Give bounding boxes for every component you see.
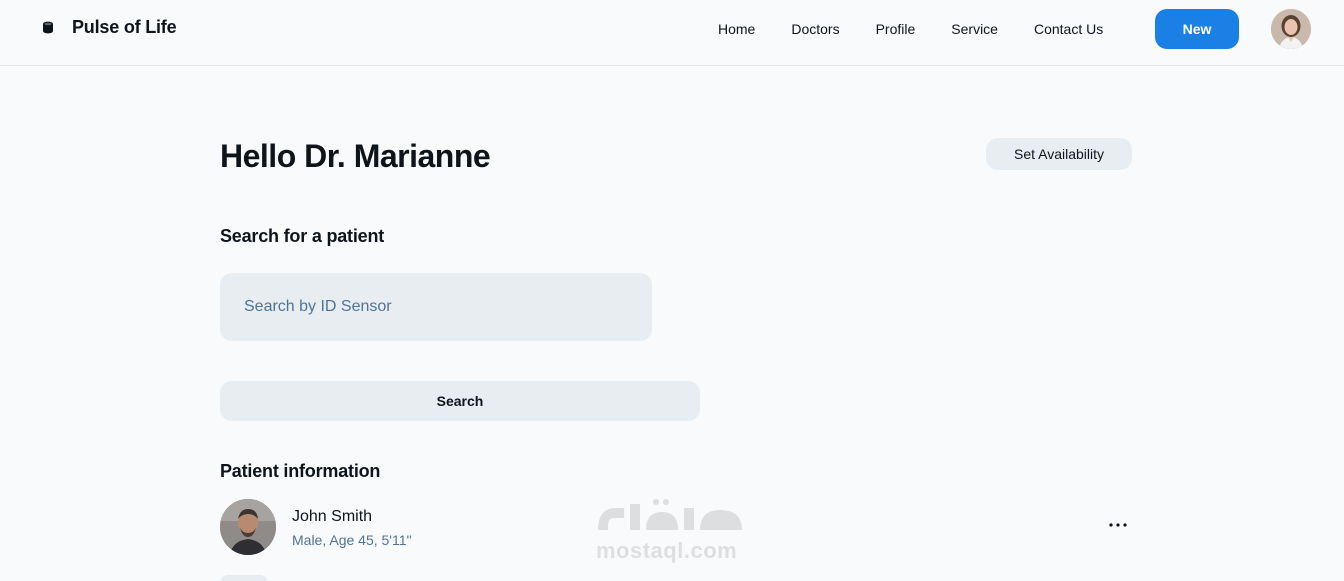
more-options-icon[interactable] xyxy=(1106,513,1130,537)
nav-service-link[interactable]: Service xyxy=(951,21,998,37)
nav-profile-link[interactable]: Profile xyxy=(876,21,916,37)
brand-name: Pulse of Life xyxy=(72,17,177,37)
patient-avatar xyxy=(220,499,276,555)
nav-doctors-link[interactable]: Doctors xyxy=(791,21,839,37)
nav-contact-link[interactable]: Contact Us xyxy=(1034,21,1103,37)
user-avatar[interactable] xyxy=(1271,9,1311,49)
patient-search-input[interactable] xyxy=(220,273,652,341)
search-section-title: Search for a patient xyxy=(220,226,385,246)
patient-name: John Smith xyxy=(292,508,373,525)
watermark-text: mostaql.com xyxy=(596,538,738,563)
logo-icon xyxy=(40,20,56,36)
brand[interactable]: Pulse of Life xyxy=(40,17,177,38)
patient-photo-icon xyxy=(220,499,276,555)
main-nav: Home Doctors Profile Service Contact Us xyxy=(718,21,1103,37)
patient-details: Male, Age 45, 5'11'' xyxy=(292,532,412,548)
set-availability-button[interactable]: Set Availability xyxy=(986,138,1132,170)
page-title: Hello Dr. Marianne xyxy=(220,138,491,174)
top-navigation-bar: Pulse of Life Home Doctors Profile Servi… xyxy=(0,0,1344,66)
watermark-logo-icon xyxy=(598,499,742,530)
nav-home-link[interactable]: Home xyxy=(718,21,755,37)
patient-info-title: Patient information xyxy=(220,461,381,481)
watermark: mostaql.com xyxy=(594,494,750,574)
new-button[interactable]: New xyxy=(1155,9,1239,49)
next-item-chip xyxy=(220,575,268,581)
search-button[interactable]: Search xyxy=(220,381,700,421)
doctor-avatar-icon xyxy=(1271,9,1311,49)
